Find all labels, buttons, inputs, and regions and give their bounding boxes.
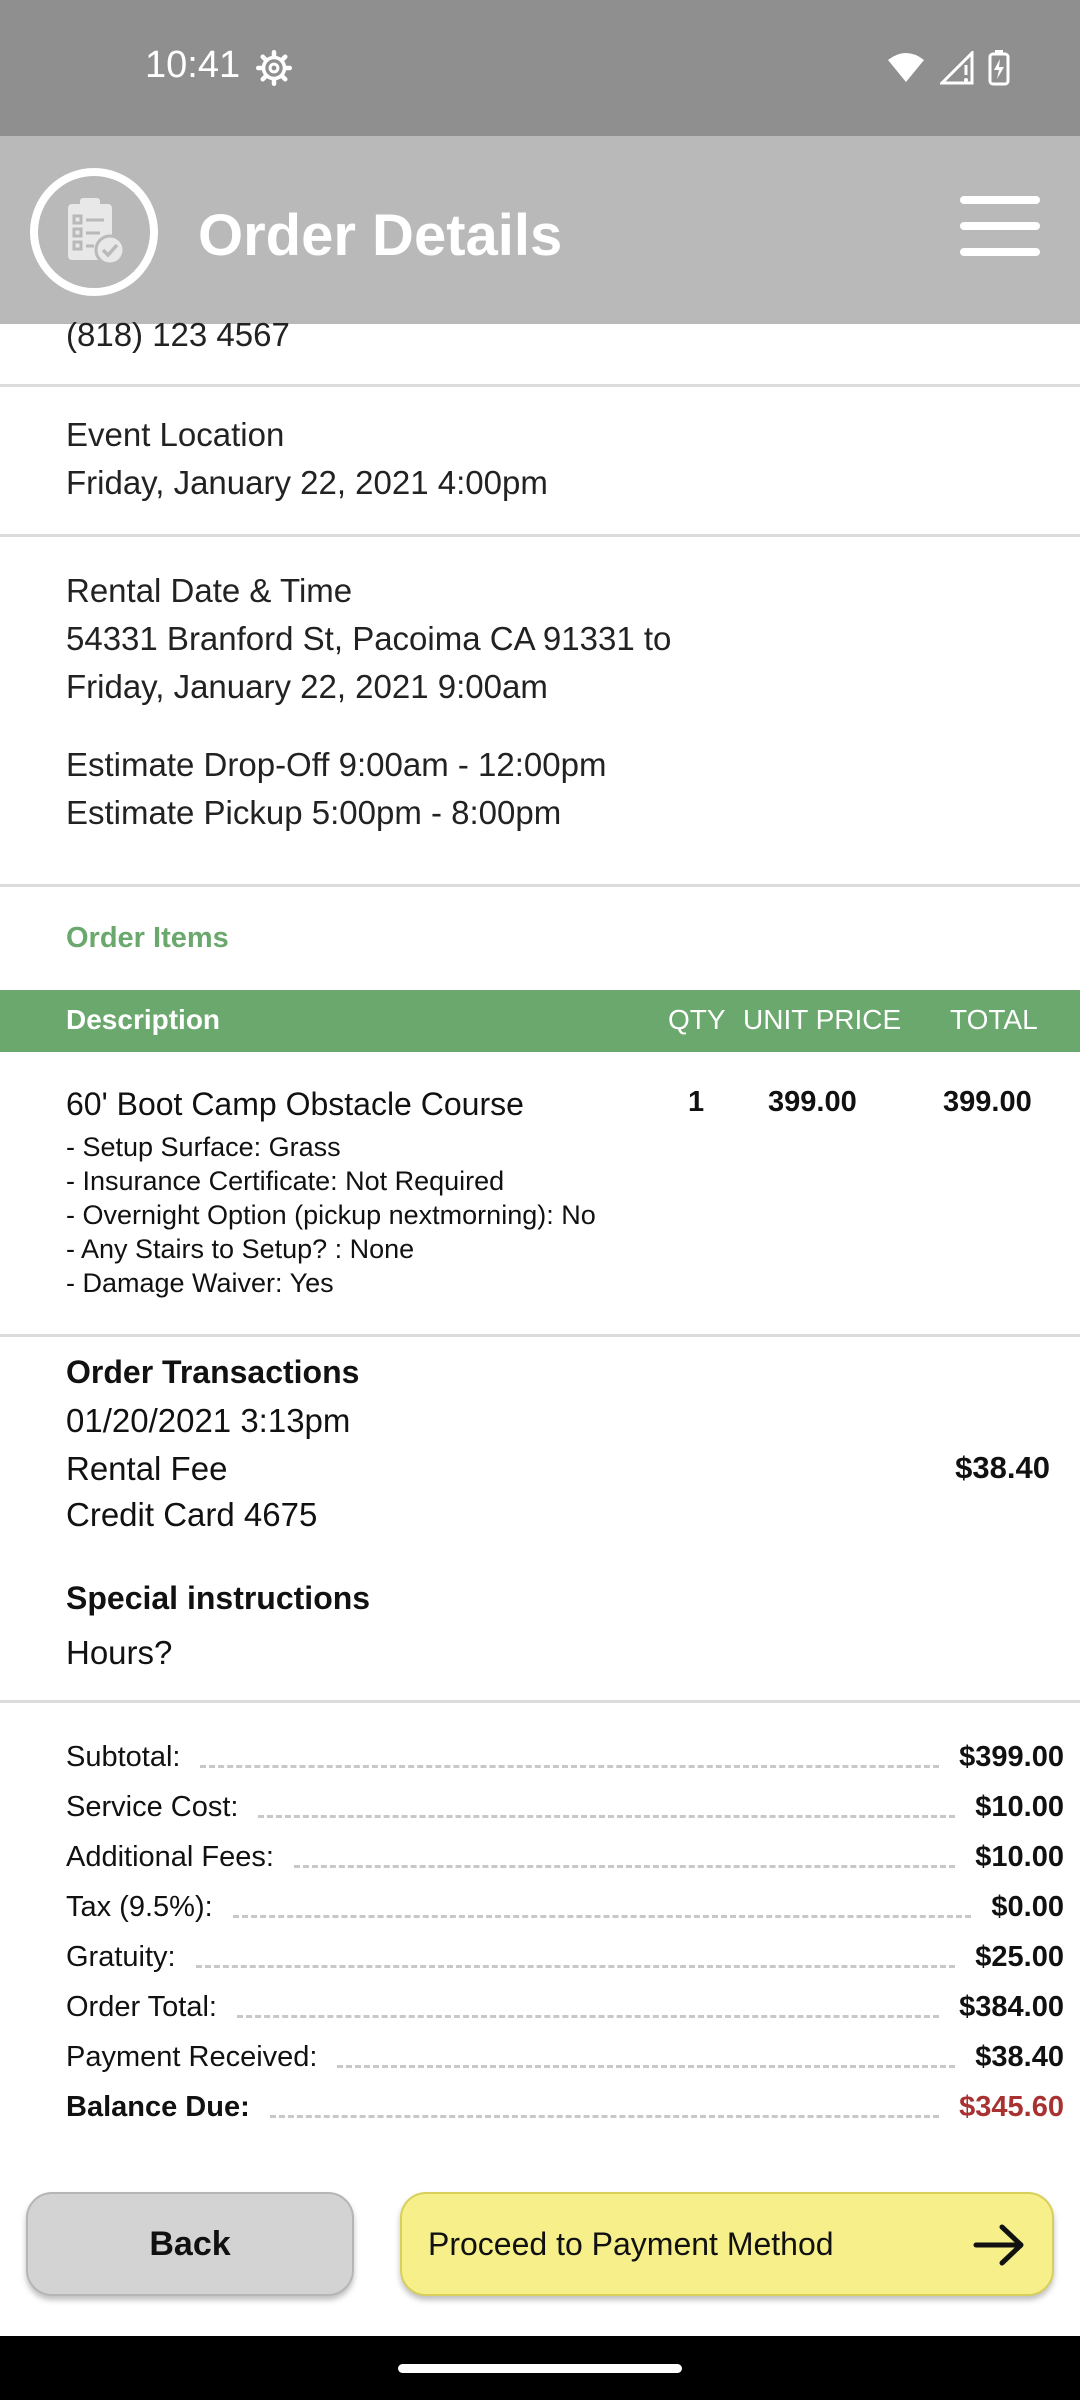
col-total: TOTAL	[950, 1004, 1038, 1035]
transaction-method: Credit Card 4675	[66, 1496, 318, 1533]
summary-value: $399.00	[959, 1741, 1064, 1773]
transactions-heading: Order Transactions	[66, 1354, 360, 1390]
battery-icon	[988, 50, 1010, 86]
summary-label: Balance Due:	[66, 2091, 250, 2123]
summary-label: Order Total:	[66, 1991, 217, 2023]
settings-gear-icon	[256, 50, 292, 86]
proceed-to-payment-button[interactable]: Proceed to Payment Method	[400, 2192, 1054, 2296]
summary-value: $25.00	[975, 1941, 1064, 1973]
leader-dashes	[269, 2115, 940, 2118]
order-clipboard-icon	[30, 168, 158, 296]
signal-icon	[940, 51, 974, 85]
menu-hamburger-icon	[960, 196, 1040, 204]
proceed-button-label: Proceed to Payment Method	[428, 2225, 834, 2262]
menu-hamburger-line	[960, 222, 1040, 230]
col-qty: QTY	[668, 1004, 726, 1035]
status-bar: 10:41	[0, 0, 1080, 136]
transaction-type: Rental Fee	[66, 1450, 228, 1487]
summary-service-cost: Service Cost: $10.00	[66, 1780, 1064, 1824]
item-qty: 1	[688, 1086, 705, 1118]
menu-button[interactable]	[960, 196, 1040, 256]
leader-dashes	[195, 1965, 956, 1968]
divider	[0, 534, 1080, 537]
event-label: Event Location	[66, 416, 285, 453]
divider	[0, 884, 1080, 887]
summary-label: Payment Received:	[66, 2041, 318, 2073]
col-unit-price: UNIT PRICE	[743, 1004, 902, 1035]
item-option: - Damage Waiver: Yes	[66, 1268, 334, 1298]
item-option: - Overnight Option (pickup nextmorning):…	[66, 1200, 596, 1230]
summary-balance-due: Balance Due: $345.60	[66, 2080, 1064, 2124]
order-items-heading: Order Items	[66, 922, 229, 954]
summary-subtotal: Subtotal: $399.00	[66, 1730, 1064, 1774]
transaction-date: 01/20/2021 3:13pm	[66, 1402, 351, 1439]
item-option: - Setup Surface: Grass	[66, 1132, 341, 1162]
summary-value: $10.00	[975, 1841, 1064, 1873]
arrow-right-icon	[973, 2224, 1024, 2266]
summary-tax: Tax (9.5%): $0.00	[66, 1880, 1064, 1924]
summary-payment-received: Payment Received: $38.40	[66, 2030, 1064, 2074]
items-table-header: Description QTY UNIT PRICE TOTAL	[0, 990, 1080, 1052]
contact-phone: (818) 123 4567	[66, 316, 290, 353]
divider	[0, 1700, 1080, 1703]
status-icons	[886, 50, 1010, 86]
rental-pickup: Estimate Pickup 5:00pm - 8:00pm	[66, 794, 562, 831]
special-instructions-heading: Special instructions	[66, 1580, 371, 1616]
transaction-amount: $38.40	[955, 1450, 1050, 1485]
divider	[0, 384, 1080, 387]
item-option: - Insurance Certificate: Not Required	[66, 1166, 505, 1196]
status-time: 10:41	[145, 44, 241, 86]
app-bar: Order Details	[0, 136, 1080, 324]
menu-hamburger-line	[960, 248, 1040, 256]
summary-order-total: Order Total: $384.00	[66, 1980, 1064, 2024]
summary-label: Gratuity:	[66, 1941, 176, 1973]
rental-label: Rental Date & Time	[66, 572, 353, 609]
page-title: Order Details	[198, 203, 563, 268]
balance-due-value: $345.60	[959, 2091, 1064, 2123]
rental-dropoff: Estimate Drop-Off 9:00am - 12:00pm	[66, 746, 607, 783]
item-total: 399.00	[943, 1086, 1032, 1118]
summary-value: $0.00	[991, 1891, 1064, 1923]
special-instructions-text: Hours?	[66, 1634, 173, 1671]
wifi-icon	[888, 53, 924, 82]
item-name: 60' Boot Camp Obstacle Course	[66, 1086, 524, 1122]
rental-datetime: Friday, January 22, 2021 9:00am	[66, 668, 548, 705]
item-option: - Any Stairs to Setup? : None	[66, 1234, 415, 1264]
summary-label: Subtotal:	[66, 1741, 181, 1773]
leader-dashes	[200, 1765, 940, 1768]
summary-value: $38.40	[975, 2041, 1064, 2073]
item-unit-price: 399.00	[768, 1086, 857, 1118]
summary-gratuity: Gratuity: $25.00	[66, 1930, 1064, 1974]
event-value: Friday, January 22, 2021 4:00pm	[66, 464, 548, 501]
back-button-label: Back	[149, 2224, 231, 2263]
home-gesture-handle[interactable]	[398, 2364, 682, 2373]
summary-label: Additional Fees:	[66, 1841, 274, 1873]
back-button[interactable]: Back	[26, 2192, 354, 2296]
rental-address: 54331 Branford St, Pacoima CA 91331 to	[66, 620, 672, 657]
leader-dashes	[232, 1915, 972, 1918]
leader-dashes	[258, 1815, 956, 1818]
summary-label: Tax (9.5%):	[66, 1891, 213, 1923]
leader-dashes	[236, 2015, 940, 2018]
summary-value: $10.00	[975, 1791, 1064, 1823]
summary-label: Service Cost:	[66, 1791, 239, 1823]
divider	[0, 1334, 1080, 1337]
col-description: Description	[66, 1004, 221, 1035]
summary-additional-fees: Additional Fees: $10.00	[66, 1830, 1064, 1874]
leader-dashes	[337, 2065, 956, 2068]
summary-value: $384.00	[959, 1991, 1064, 2023]
leader-dashes	[293, 1865, 956, 1868]
